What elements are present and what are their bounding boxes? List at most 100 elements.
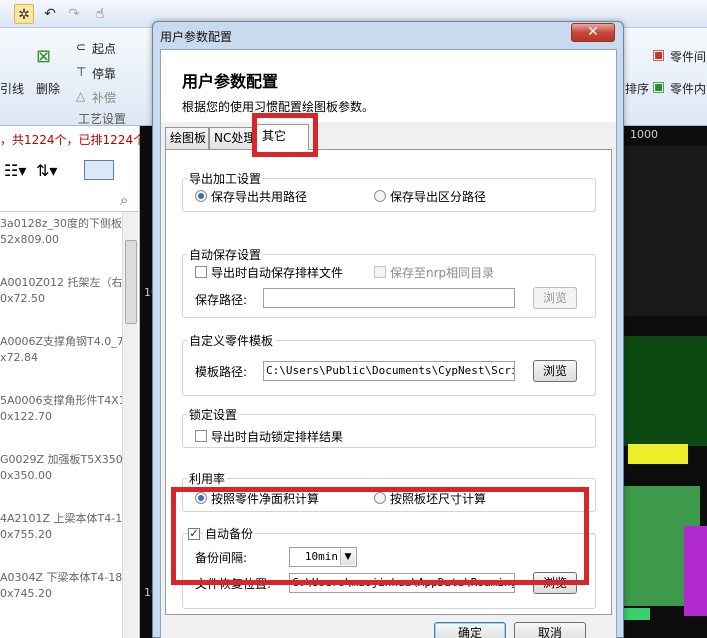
ribbon-lead-line[interactable]: 引线 (0, 80, 24, 97)
radio-shared-path[interactable] (195, 190, 207, 202)
list-item[interactable]: 5A0006支撑角形件T4X12 0x122.70 (0, 389, 122, 448)
list-item[interactable]: G0029Z 加强板T5X350x1 0x350.00 (0, 448, 122, 507)
auto-lock-checkbox[interactable] (195, 430, 207, 442)
tab-drawing-board[interactable]: 绘图板 (165, 127, 209, 149)
dialog-header: 用户参数配置 根据您的使用习惯配置绘图板参数。 (161, 50, 616, 122)
part-name: 4A2101Z 上梁本体T4-13 (0, 512, 122, 525)
ruler-top-label: 1000 (630, 128, 658, 141)
autosave-checkbox[interactable] (195, 266, 207, 278)
list-item[interactable]: A0010Z012 托架左（右） 0x72.50 (0, 271, 122, 330)
part-list-scrollbar[interactable] (122, 212, 138, 638)
save-path-field[interactable] (263, 288, 515, 308)
group-title: 导出加工设置 (187, 170, 264, 187)
gear-icon[interactable]: ✲ (14, 4, 34, 24)
part-count: ，共1224个，已排1224个) (0, 133, 140, 147)
chevron-down-icon[interactable]: ▼ (340, 549, 355, 565)
part-size: 0x755.20 (0, 528, 52, 541)
ok-button[interactable]: 确定 (434, 622, 506, 638)
template-path-label: 模板路径: (195, 365, 248, 379)
part-size: 52x809.00 (0, 233, 59, 246)
ribbon-compensation[interactable]: 补偿 (92, 89, 116, 106)
nested-part (620, 608, 650, 620)
sort-icon[interactable]: ⇅▾ (36, 161, 57, 180)
radio-net-area-label[interactable]: 按照零件净面积计算 (211, 490, 319, 507)
tab-other[interactable]: 其它 (255, 124, 309, 150)
same-dir-checkbox-label[interactable]: 保存至nrp相同目录 (390, 264, 494, 281)
part-size: 0x122.70 (0, 410, 52, 423)
search-icon[interactable]: ⌕ (120, 191, 128, 209)
cancel-button[interactable]: 取消 (514, 622, 586, 638)
restore-browse-button[interactable]: 浏览 (533, 572, 577, 594)
part-search[interactable]: ⌕ (0, 190, 140, 212)
backup-interval-value: 10min (304, 550, 338, 563)
part-name: A0304Z 下梁本体T4-18 (0, 571, 122, 584)
list-item[interactable]: 4A2101Z 上梁本体T4-13 0x755.20 (0, 507, 122, 566)
template-browse-button[interactable]: 浏览 (533, 360, 577, 382)
hand-icon[interactable]: ☝ (90, 4, 110, 24)
part-size: 0x350.00 (0, 469, 52, 482)
export-settings-group: 导出加工设置 保存导出共用路径 保存导出区分路径 (182, 170, 596, 212)
part-inner-icon: ▣ (652, 79, 666, 95)
ribbon-sort[interactable]: 排序 (625, 80, 649, 97)
part-name: A0006Z支撑角钢T4.0_72 (0, 335, 122, 348)
template-path-field[interactable]: C:\Users\Public\Documents\CypNest\Script… (263, 361, 515, 381)
ribbon-stop[interactable]: 停靠 (92, 65, 116, 82)
group-title: 自动保存设置 (187, 246, 264, 263)
lock-settings-group: 锁定设置 导出时自动锁定排样结果 (182, 406, 596, 448)
group-title: 利用率 (187, 470, 228, 487)
backup-interval-select[interactable]: 10min ▼ (289, 547, 357, 567)
same-dir-checkbox[interactable] (374, 266, 386, 278)
auto-backup-checkbox-label[interactable]: 自动备份 (203, 525, 256, 542)
ribbon-start-point[interactable]: 起点 (92, 40, 116, 57)
ribbon-part-spacing[interactable]: 零件间 (670, 48, 706, 65)
ribbon-group-process: 工艺设置 (78, 112, 127, 126)
list-item[interactable]: A0006Z支撑角钢T4.0_72 x72.84 (0, 330, 122, 389)
dialog-heading: 用户参数配置 (182, 72, 279, 91)
ribbon-delete[interactable]: 删除 (36, 80, 60, 97)
radio-separate-path-label[interactable]: 保存导出区分路径 (390, 188, 486, 205)
radio-separate-path[interactable] (374, 190, 386, 202)
radio-net-area[interactable] (195, 492, 207, 504)
dialog-client: 用户参数配置 根据您的使用习惯配置绘图板参数。 绘图板 NC处理 其它 导出加工… (160, 49, 617, 638)
ribbon-part-inner[interactable]: 零件内 (670, 80, 706, 97)
part-size: 0x72.50 (0, 292, 45, 305)
close-button[interactable]: ✕ (571, 23, 615, 42)
view-toolbar: ☷▾ ⇅▾ (0, 155, 140, 187)
list-item[interactable]: A0304Z 下梁本体T4-18 0x745.20 (0, 566, 122, 625)
part-template-group: 自定义零件模板 模板路径: C:\Users\Public\Documents\… (182, 332, 596, 396)
backup-interval-label: 备份间隔: (195, 551, 248, 565)
part-spacing-icon: ▣ (652, 47, 666, 63)
grid-view-icon[interactable] (84, 160, 114, 180)
radio-blank-size-label[interactable]: 按照板坯尺寸计算 (390, 490, 486, 507)
delete-icon[interactable]: ⊠ (36, 46, 51, 67)
part-name: 5A0006支撑角形件T4X12 (0, 394, 122, 407)
list-view-icon[interactable]: ☷▾ (4, 161, 26, 180)
auto-backup-checkbox[interactable]: ✓ (188, 528, 200, 540)
close-icon: ✕ (587, 24, 599, 40)
compensation-icon: △ (76, 89, 86, 103)
restore-location-label: 文件恢复位置: (195, 577, 272, 591)
save-path-browse-button[interactable]: 浏览 (533, 287, 577, 309)
save-path-label: 保存路径: (195, 293, 248, 307)
dialog-titlebar[interactable]: 用户参数配置 ✕ (153, 22, 623, 48)
autosave-checkbox-label[interactable]: 导出时自动保存排样文件 (211, 264, 343, 281)
radio-shared-path-label[interactable]: 保存导出共用路径 (211, 188, 307, 205)
part-name: 3a0128z_30度的下侧板 (0, 217, 122, 230)
scrollbar-thumb[interactable] (125, 240, 137, 324)
nested-part (628, 444, 688, 464)
restore-location-field[interactable]: C:\Users\maojinhua\AppData\Roaming\Fr (289, 573, 515, 593)
sheet-region (610, 146, 707, 316)
part-size: 0x745.20 (0, 587, 52, 600)
auto-lock-checkbox-label[interactable]: 导出时自动锁定排样结果 (211, 428, 343, 445)
radio-blank-size[interactable] (374, 492, 386, 504)
auto-backup-group: ✓ 自动备份 备份间隔: 10min ▼ 文件恢复位置: C:\Users\ma… (182, 525, 596, 609)
list-item[interactable]: 3a0128z_30度的下侧板 52x809.00 (0, 212, 122, 271)
nested-part (610, 336, 707, 446)
tab-nc-processing[interactable]: NC处理 (209, 127, 255, 149)
part-name: G0029Z 加强板T5X350x1 (0, 453, 122, 466)
redo-icon[interactable]: ↷ (64, 4, 84, 24)
dialog-subheading: 根据您的使用习惯配置绘图板参数。 (182, 100, 375, 114)
undo-icon[interactable]: ↶ (40, 4, 60, 24)
stop-icon: ⊤ (76, 65, 87, 79)
start-point-icon: ⊂ (76, 40, 87, 54)
